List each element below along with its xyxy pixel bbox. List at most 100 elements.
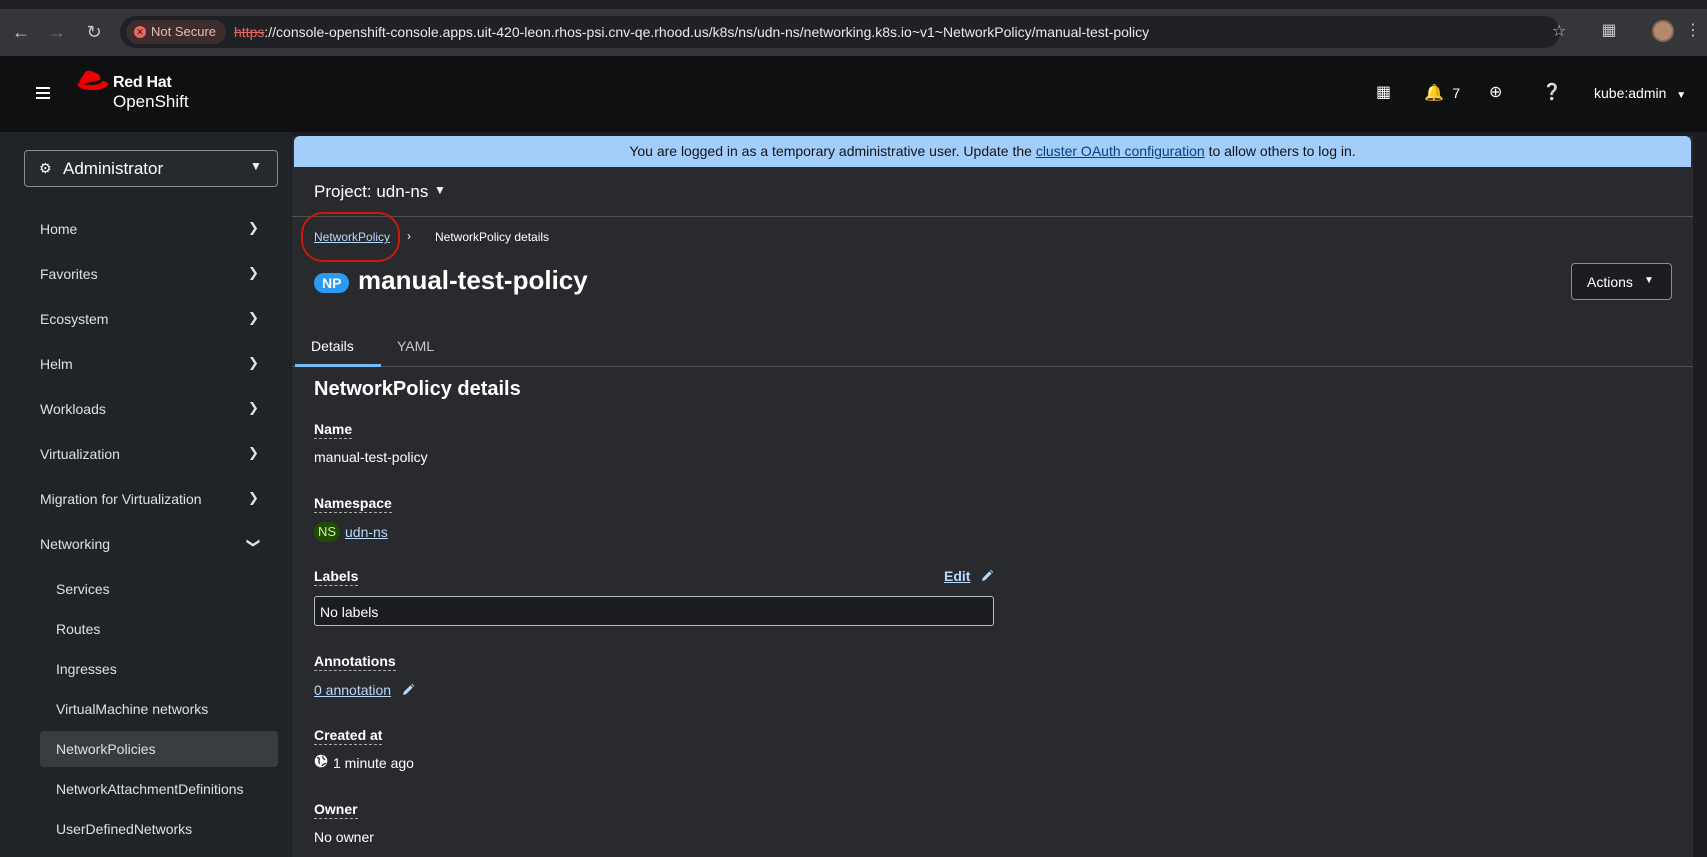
owner-value: No owner: [314, 829, 374, 845]
profile-avatar[interactable]: [1652, 20, 1674, 42]
labels-edit-button[interactable]: Edit: [944, 568, 970, 584]
pencil-icon[interactable]: [401, 683, 415, 697]
redhat-logo-icon: [77, 70, 108, 91]
namespace-kind-badge: NS: [314, 522, 341, 542]
annotations-link[interactable]: 0 annotation: [314, 682, 391, 698]
sidebar-item-label: Routes: [56, 621, 101, 637]
tab-label: YAML: [397, 338, 435, 354]
caret-down-icon: ▼: [1644, 275, 1654, 286]
back-icon[interactable]: ←: [9, 20, 33, 44]
pencil-icon[interactable]: [980, 569, 994, 583]
chevron-right-icon: ❯: [248, 490, 259, 505]
chevron-right-icon: ❯: [248, 355, 259, 370]
caret-down-icon: ▼: [250, 159, 262, 173]
sidebar-item-label: VirtualMachine networks: [56, 701, 209, 717]
sidebar-item-label: NetworkPolicies: [56, 741, 156, 757]
sidebar-item-favorites[interactable]: Favorites ❯: [26, 256, 278, 292]
project-bar: Project: udn-ns ▼: [292, 167, 1693, 217]
sidebar-item-nads[interactable]: NetworkAttachmentDefinitions: [40, 771, 278, 807]
bookmark-star-icon[interactable]: ☆: [1548, 16, 1570, 40]
globe-icon: [314, 754, 328, 768]
sidebar-item-label: Networking: [40, 536, 111, 552]
caret-down-icon: ▼: [434, 183, 446, 197]
app-launcher-icon[interactable]: ▦: [1376, 82, 1391, 104]
gears-icon: ⚙: [39, 160, 52, 176]
sidebar-item-vm-networks[interactable]: VirtualMachine networks: [40, 691, 278, 727]
sidebar-item-label: Home: [40, 221, 78, 237]
help-icon[interactable]: ❔: [1542, 82, 1562, 104]
chevron-right-icon: ❯: [248, 445, 259, 460]
tab-yaml[interactable]: YAML: [381, 323, 455, 367]
sidebar-item-label: Workloads: [40, 401, 106, 417]
warning-icon: ✕: [134, 26, 146, 38]
sidebar-item-label: Ecosystem: [40, 311, 109, 327]
sidebar-item-label: UserDefinedNetworks: [56, 821, 193, 837]
namespace-label[interactable]: Namespace: [314, 495, 392, 513]
logo-text-openshift: OpenShift: [113, 92, 189, 111]
project-selector[interactable]: Project: udn-ns: [314, 182, 428, 202]
sidebar-item-networking[interactable]: Networking ❯: [26, 526, 278, 562]
sidebar-item-helm[interactable]: Helm ❯: [26, 346, 278, 382]
sidebar-item-label: Services: [56, 581, 110, 597]
security-label: Not Secure: [151, 24, 217, 39]
address-bar[interactable]: ✕ Not Secure https://console-openshift-c…: [120, 16, 1566, 48]
user-menu[interactable]: kube:admin ▼: [1594, 82, 1686, 104]
sidebar-item-label: NetworkAttachmentDefinitions: [56, 781, 244, 797]
reload-icon[interactable]: ↻: [82, 20, 106, 44]
highlight-annotation-circle: [301, 212, 400, 262]
tab-label: Details: [311, 338, 354, 354]
sidebar-item-networkpolicies[interactable]: NetworkPolicies: [40, 731, 278, 767]
url-text[interactable]: https://console-openshift-console.apps.u…: [234, 16, 1149, 48]
masthead: Red Hat OpenShift ▦ 🔔 7 ⊕ ❔ kube:admin ▼: [0, 56, 1707, 132]
chevron-right-icon: ❯: [248, 265, 259, 280]
bell-icon: 🔔: [1424, 85, 1444, 102]
actions-button[interactable]: Actions ▼: [1571, 263, 1672, 300]
hamburger-menu-icon[interactable]: [32, 84, 54, 104]
sidebar-item-label: Ingresses: [56, 661, 117, 677]
sidebar-item-label: Migration for Virtualization: [40, 491, 202, 507]
resource-kind-badge: NP: [314, 273, 350, 293]
created-at-label[interactable]: Created at: [314, 727, 383, 745]
url-path: ://console-openshift-console.apps.uit-42…: [264, 24, 1150, 40]
quick-create-icon[interactable]: ⊕: [1489, 82, 1502, 104]
sidebar-item-home[interactable]: Home ❯: [26, 211, 278, 247]
url-scheme: https: [234, 24, 265, 40]
caret-down-icon: ▼: [1676, 90, 1687, 101]
sidebar-item-migration[interactable]: Migration for Virtualization ❯: [26, 481, 278, 517]
chevron-down-icon: ❯: [246, 537, 262, 549]
sidebar-item-services[interactable]: Services: [40, 571, 278, 607]
notifications-button[interactable]: 🔔 7: [1424, 82, 1460, 104]
labels-box: No labels: [314, 596, 994, 626]
oauth-config-link[interactable]: cluster OAuth configuration: [1036, 143, 1205, 159]
security-indicator[interactable]: ✕ Not Secure: [126, 20, 227, 44]
sidebar-item-workloads[interactable]: Workloads ❯: [26, 391, 278, 427]
labels-label[interactable]: Labels: [314, 568, 359, 586]
actions-label: Actions: [1587, 274, 1633, 290]
notification-count: 7: [1452, 85, 1461, 101]
sidebar-item-virtualization[interactable]: Virtualization ❯: [26, 436, 278, 472]
browser-chrome: ← → ↻ ✕ Not Secure https://console-opens…: [0, 0, 1707, 56]
admin-banner: You are logged in as a temporary adminis…: [294, 136, 1691, 167]
sidebar-item-label: Helm: [40, 356, 73, 372]
sidebar-item-routes[interactable]: Routes: [40, 611, 278, 647]
banner-text-after: to allow others to log in.: [1204, 143, 1356, 159]
perspective-label: Administrator: [63, 159, 164, 178]
forward-icon[interactable]: →: [45, 20, 69, 44]
sidebar-item-ingresses[interactable]: Ingresses: [40, 651, 278, 687]
breadcrumb-current: NetworkPolicy details: [435, 230, 550, 244]
chevron-right-icon: ❯: [248, 400, 259, 415]
tab-details[interactable]: Details: [295, 323, 381, 367]
perspective-switcher[interactable]: ⚙ Administrator ▼: [24, 150, 278, 187]
extensions-icon[interactable]: ▦: [1598, 20, 1620, 42]
sidebar-item-udns[interactable]: UserDefinedNetworks: [40, 811, 278, 847]
logo-text-redhat: Red Hat: [113, 74, 172, 91]
owner-label[interactable]: Owner: [314, 801, 358, 819]
section-title: NetworkPolicy details: [314, 378, 521, 400]
namespace-link[interactable]: udn-ns: [345, 524, 388, 540]
browser-menu-icon[interactable]: ⋮: [1685, 20, 1701, 42]
sidebar-item-label: Favorites: [40, 266, 98, 282]
sidebar-item-ecosystem[interactable]: Ecosystem ❯: [26, 301, 278, 337]
annotations-label[interactable]: Annotations: [314, 653, 396, 671]
tab-bar: Details YAML: [292, 323, 1693, 367]
name-label[interactable]: Name: [314, 421, 353, 439]
